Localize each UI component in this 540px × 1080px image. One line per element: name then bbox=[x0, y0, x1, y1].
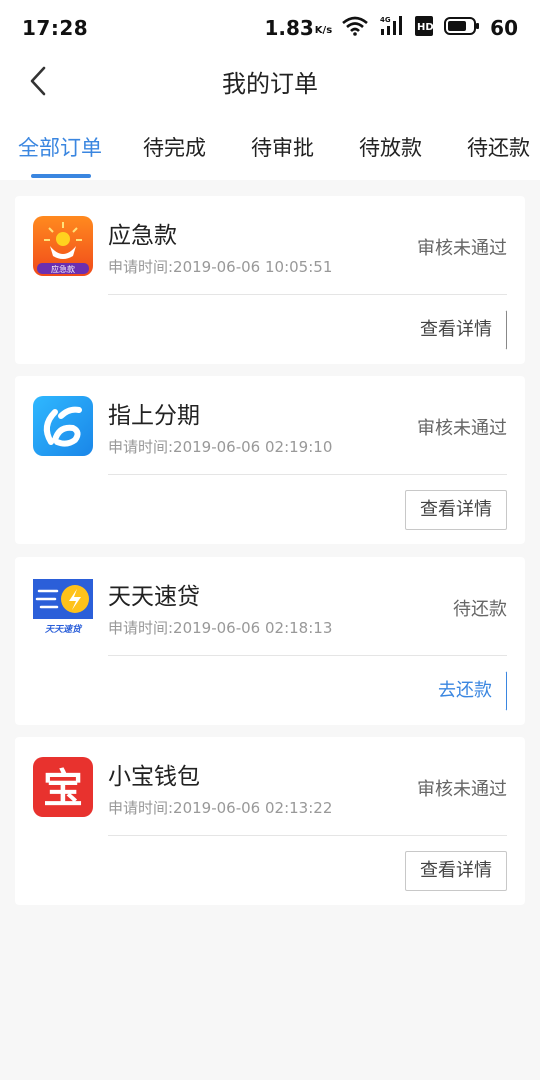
tab-pending-completion[interactable]: 待完成 bbox=[143, 132, 206, 162]
app-logo-tiantian-loan: 天天速贷 bbox=[33, 577, 93, 637]
order-apply-time: 申请时间:2019-06-06 02:18:13 bbox=[108, 619, 333, 637]
order-app-name: 小宝钱包 bbox=[108, 764, 200, 790]
divider bbox=[108, 655, 507, 656]
app-logo-xiaobao-wallet: 宝 bbox=[33, 757, 93, 817]
network-type: 4G bbox=[380, 16, 391, 24]
status-time: 17:28 bbox=[22, 16, 89, 40]
divider bbox=[108, 835, 507, 836]
order-app-name: 天天速贷 bbox=[108, 584, 200, 610]
order-tabs: 全部订单 待完成 待审批 待放款 待还款 bbox=[0, 118, 540, 180]
order-app-name: 应急款 bbox=[108, 223, 177, 249]
logo-text: 应急款 bbox=[51, 264, 75, 274]
status-right: 1.83K/s 4G HD 60 bbox=[264, 15, 518, 41]
status-bar: 17:28 1.83K/s 4G HD 60 bbox=[0, 0, 540, 56]
order-status: 待还款 bbox=[453, 599, 507, 620]
network-speed-value: 1.83 bbox=[264, 16, 314, 40]
app-logo-emergency-loan: 应急款 bbox=[33, 216, 93, 276]
battery-icon bbox=[444, 16, 480, 40]
order-card[interactable]: 天天速贷 天天速贷 申请时间:2019-06-06 02:18:13 待还款 去… bbox=[15, 557, 525, 725]
hd-icon: HD bbox=[414, 15, 434, 41]
view-details-button[interactable]: 查看详情 bbox=[405, 310, 507, 350]
tab-all-orders[interactable]: 全部订单 bbox=[18, 132, 102, 162]
divider bbox=[108, 294, 507, 295]
network-speed: 1.83K/s bbox=[264, 16, 332, 40]
order-card[interactable]: 指上分期 申请时间:2019-06-06 02:19:10 审核未通过 查看详情 bbox=[15, 376, 525, 544]
battery-percent: 60 bbox=[490, 16, 518, 40]
view-details-button[interactable]: 查看详情 bbox=[405, 490, 507, 530]
order-apply-time: 申请时间:2019-06-06 02:13:22 bbox=[108, 799, 333, 817]
tab-active-indicator bbox=[31, 174, 91, 178]
divider bbox=[108, 474, 507, 475]
order-card[interactable]: 宝 小宝钱包 申请时间:2019-06-06 02:13:22 审核未通过 查看… bbox=[15, 737, 525, 905]
view-details-button[interactable]: 查看详情 bbox=[405, 851, 507, 891]
order-status: 审核未通过 bbox=[417, 418, 507, 439]
tab-pending-disbursement[interactable]: 待放款 bbox=[359, 132, 422, 162]
signal-icon: 4G bbox=[378, 15, 404, 41]
repay-button[interactable]: 去还款 bbox=[423, 671, 507, 711]
order-status: 审核未通过 bbox=[417, 238, 507, 259]
order-apply-time: 申请时间:2019-06-06 10:05:51 bbox=[108, 258, 333, 276]
order-card[interactable]: 应急款 应急款 申请时间:2019-06-06 10:05:51 审核未通过 查… bbox=[15, 196, 525, 364]
order-status: 审核未通过 bbox=[417, 779, 507, 800]
back-icon[interactable] bbox=[22, 64, 56, 98]
app-logo-zhishang-installment bbox=[33, 396, 93, 456]
logo-text: 天天速贷 bbox=[45, 624, 83, 635]
order-app-name: 指上分期 bbox=[108, 403, 200, 429]
network-speed-unit: K/s bbox=[314, 25, 333, 36]
hd-label: HD bbox=[417, 22, 434, 33]
header: 我的订单 bbox=[0, 56, 540, 106]
tab-pending-repayment[interactable]: 待还款 bbox=[467, 132, 530, 162]
order-apply-time: 申请时间:2019-06-06 02:19:10 bbox=[108, 438, 333, 456]
wifi-icon bbox=[342, 16, 368, 40]
tab-pending-approval[interactable]: 待审批 bbox=[251, 132, 314, 162]
page-title: 我的订单 bbox=[222, 69, 318, 98]
logo-text: 宝 bbox=[43, 766, 83, 812]
